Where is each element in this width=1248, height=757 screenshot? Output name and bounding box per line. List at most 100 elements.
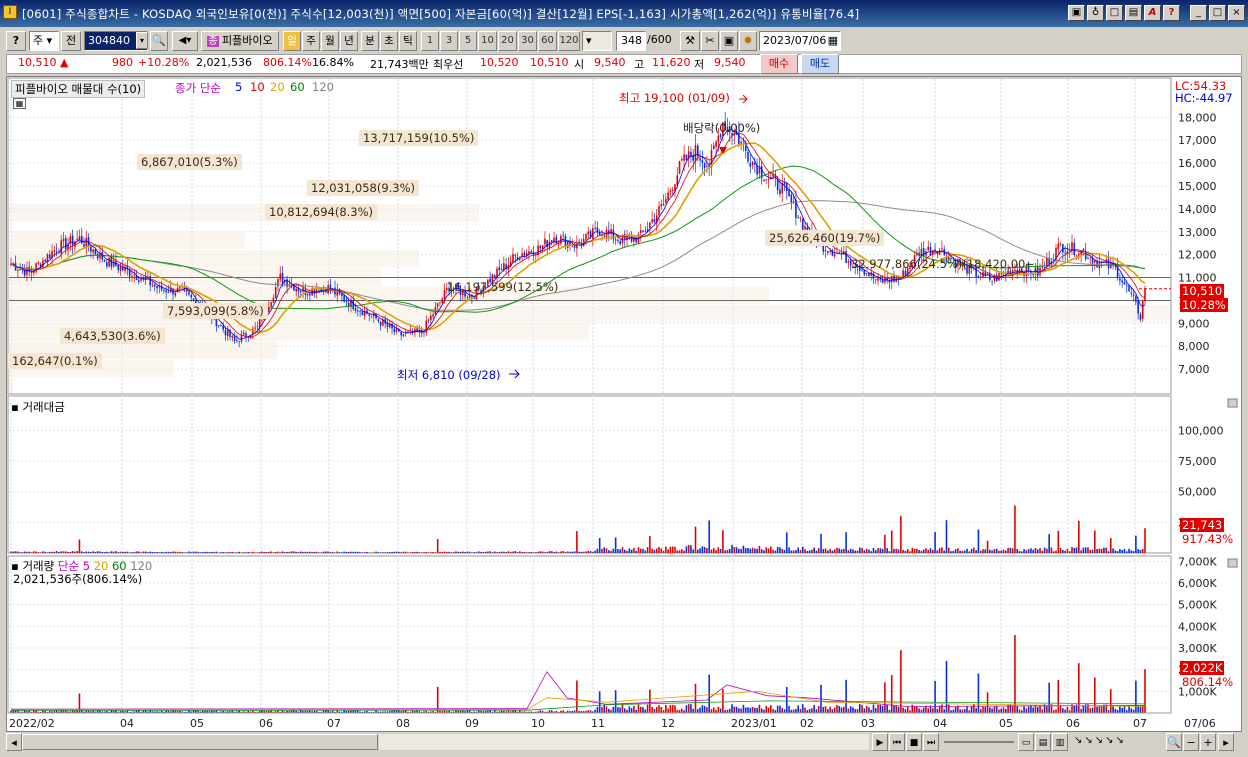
link-chart-icon[interactable]: ✂ xyxy=(701,31,719,51)
amount-bar xyxy=(601,548,603,553)
maximize-button[interactable]: □ xyxy=(1209,5,1226,21)
period-minute[interactable]: 분 xyxy=(361,31,379,51)
print-icon[interactable]: ▤ xyxy=(1125,5,1142,21)
interval-20[interactable]: 20 xyxy=(498,31,517,51)
volume-bar xyxy=(1048,682,1050,713)
refresh-icon[interactable]: ♁ xyxy=(1087,5,1104,21)
period-week[interactable]: 주 xyxy=(302,31,320,51)
candle-body xyxy=(562,234,564,236)
amount-bar xyxy=(963,550,966,553)
link-icon[interactable]: ▣ xyxy=(1068,5,1085,21)
amount-bar xyxy=(991,550,993,553)
amount-panel-title[interactable]: ▪ 거래대금 xyxy=(11,399,65,415)
amount-bar xyxy=(512,551,514,553)
high-annotation: 최고 19,100 (01/09) xyxy=(619,91,730,105)
draw-tools-icon[interactable]: ↘↘↘↘↘ xyxy=(1074,735,1126,746)
interval-120[interactable]: 120 xyxy=(558,31,580,51)
amount-bar xyxy=(256,552,259,553)
volume-bar xyxy=(959,709,961,713)
volume-bar xyxy=(1023,706,1025,713)
volume-ratio: 806.14% xyxy=(263,56,312,69)
zoom-in-icon[interactable]: + xyxy=(1200,733,1216,751)
amount-bar xyxy=(897,549,900,553)
period-second[interactable]: 초 xyxy=(380,31,398,51)
scroll-track[interactable] xyxy=(379,734,869,750)
amount-bar xyxy=(432,552,434,553)
amount-bar xyxy=(1105,547,1108,553)
period-tick[interactable]: 틱 xyxy=(399,31,417,51)
close-button[interactable]: × xyxy=(1228,5,1245,21)
stock-name-button[interactable]: 종 피플바이오 xyxy=(201,31,279,51)
candle-body xyxy=(651,219,653,223)
period-day[interactable]: 일 xyxy=(283,31,301,51)
buy-button[interactable]: 매수 xyxy=(760,54,798,74)
scroll-right-icon[interactable]: ▸ xyxy=(1218,733,1234,751)
amount-bar xyxy=(966,548,968,553)
split-icon[interactable]: ▥ xyxy=(1052,733,1068,751)
data-count-input[interactable]: 348 xyxy=(616,31,646,51)
help-icon[interactable]: ? xyxy=(1163,5,1180,21)
tool-icon[interactable]: ⚒ xyxy=(680,31,700,51)
forward-icon[interactable]: ⏭ xyxy=(923,733,939,751)
interval-60[interactable]: 60 xyxy=(538,31,557,51)
candle-body xyxy=(402,334,405,337)
market-select[interactable]: 주 ▾ xyxy=(29,31,59,51)
sell-button[interactable]: 매도 xyxy=(801,54,839,74)
amount-bar xyxy=(1132,551,1135,553)
play-icon[interactable]: ▶ xyxy=(872,733,888,751)
chart-area[interactable]: 18,000 17,000 16,000 15,000 14,000 13,000 12,0… xyxy=(6,76,1242,732)
candle-body xyxy=(587,231,590,235)
stock-chart[interactable]: 18,000 17,000 16,000 15,000 14,000 13,000 12,0… xyxy=(7,77,1241,731)
code-dropdown-icon[interactable]: ▾ xyxy=(136,32,148,49)
amount-bar xyxy=(222,552,224,553)
stock-name: 피플바이오 xyxy=(222,34,273,47)
period-month[interactable]: 월 xyxy=(321,31,339,51)
candle-body xyxy=(400,332,402,336)
amount-bar xyxy=(176,551,179,553)
candle-body xyxy=(1144,288,1146,302)
period-year[interactable]: 년 xyxy=(340,31,358,51)
scroll-thumb[interactable] xyxy=(22,734,378,750)
interval-1[interactable]: 1 xyxy=(421,31,439,51)
amount-bar xyxy=(904,550,907,553)
layout-icon[interactable]: ▤ xyxy=(1035,733,1051,751)
minimize-button[interactable]: _ xyxy=(1190,5,1207,21)
window-icon[interactable]: ▭ xyxy=(1018,733,1034,751)
candle-body xyxy=(690,151,692,157)
speaker-icon[interactable]: ◀▾ xyxy=(172,31,198,51)
custom-interval-select[interactable]: ▾ xyxy=(582,31,612,51)
interval-10[interactable]: 10 xyxy=(478,31,497,51)
font-icon[interactable]: A xyxy=(1144,5,1161,21)
stop-icon[interactable]: ■ xyxy=(906,733,922,751)
candle-body xyxy=(758,167,761,174)
price-panel-title[interactable]: 피플바이오 매물대 수(10) xyxy=(11,80,146,98)
amount-bar xyxy=(719,548,722,553)
gear-icon[interactable]: ✹ xyxy=(739,31,757,51)
rewind-icon[interactable]: ⏮ xyxy=(889,733,905,751)
zoom-search-icon[interactable]: 🔍 xyxy=(1166,733,1182,751)
candle-body xyxy=(281,273,284,283)
copy-icon[interactable]: □ xyxy=(1106,5,1123,21)
grid-icon[interactable]: ▦ xyxy=(13,98,26,109)
candle-body xyxy=(1135,296,1137,302)
scroll-left-icon[interactable]: ◂ xyxy=(6,733,22,751)
search-icon[interactable]: 🔍 xyxy=(150,31,168,51)
interval-5[interactable]: 5 xyxy=(459,31,477,51)
volume-bar xyxy=(735,706,738,713)
interval-30[interactable]: 30 xyxy=(518,31,537,51)
date-input[interactable]: 2023/07/06 ▦ xyxy=(759,31,841,51)
chart-settings-icon[interactable]: ? xyxy=(6,31,26,51)
amount-bar xyxy=(290,551,293,553)
prev-button[interactable]: 전 xyxy=(61,31,81,51)
interval-3[interactable]: 3 xyxy=(440,31,458,51)
candle-body xyxy=(617,239,619,241)
save-icon[interactable]: ▣ xyxy=(720,31,738,51)
zoom-out-icon[interactable]: − xyxy=(1183,733,1199,751)
amount-bar xyxy=(1064,550,1066,553)
candle-body xyxy=(612,229,615,240)
candle-body xyxy=(751,161,754,166)
amount-bar xyxy=(284,552,286,553)
speed-slider[interactable] xyxy=(944,741,1014,743)
amount-bar xyxy=(843,548,845,553)
candle-body xyxy=(744,146,747,152)
